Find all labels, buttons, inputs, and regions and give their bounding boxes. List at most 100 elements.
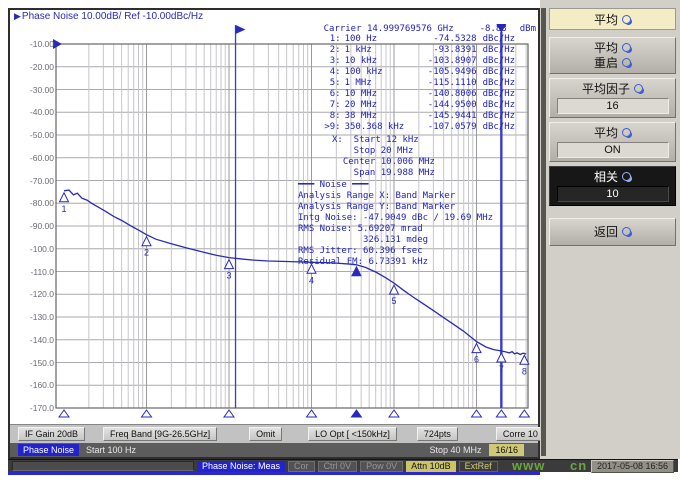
marker-freq: 20 MHz [344, 100, 378, 110]
trace-marker-triangle[interactable] [58, 191, 70, 203]
trace-header: ▶Phase Noise 10.00dB/ Ref -10.00dBc/Hz [14, 11, 203, 22]
trace-marker-triangle[interactable] [496, 351, 507, 363]
setting-button-corre-10[interactable]: Corre 10 [495, 427, 545, 441]
y-tick-label: -110.0 [30, 266, 54, 277]
axis-marker-triangle[interactable] [518, 409, 531, 418]
softkey-label: 平均 [593, 126, 618, 140]
softkey-label: 返回 [593, 225, 618, 239]
noise-analysis-line: Analysis Range Y: Band Marker [298, 202, 456, 212]
trace-arrow-icon: ▶ [14, 11, 21, 21]
y-tick-label: -130.0 [29, 312, 54, 322]
noise-analysis-line: Analysis Range X: Band Marker [298, 191, 456, 201]
y-tick-label: -60.00 [29, 152, 54, 163]
y-tick-label: -70.00 [29, 175, 54, 186]
carrier-power-unit: dBm [519, 23, 536, 34]
marker-id: 3: [329, 56, 341, 66]
marker-unit: dBc/Hz [482, 67, 516, 77]
status-segment-extref: ExtRef [458, 460, 498, 472]
average-count-badge: 16/16 [489, 444, 524, 456]
y-tick-label: -80.00 [29, 198, 54, 209]
softkey-value: ON [556, 142, 669, 158]
y-tick-label: -160.0 [29, 380, 54, 391]
y-tick-label: -20.00 [29, 61, 54, 72]
axis-marker-triangle[interactable] [495, 409, 508, 418]
band-range-line: Span 19.988 MHz [332, 168, 435, 178]
noise-analysis-line: RMS Noise: 5.69207 mrad [298, 224, 423, 234]
status-segment-2017-05-08-16-56: 2017-05-08 16:56 [590, 459, 674, 473]
softkey-average-restart[interactable]: 平均 重启 [549, 37, 676, 74]
measurement-settings-bar: IF Gain 20dB Freq Band [9G-26.5GHz] Omit LO… [10, 424, 545, 443]
knob-icon [622, 14, 631, 24]
marker-id: 7: [329, 100, 341, 110]
trace-marker-number: 8 [522, 366, 527, 376]
trace-marker-number: 4 [309, 275, 314, 285]
axis-marker-triangle[interactable] [223, 409, 235, 418]
marker-unit: dBc/Hz [482, 111, 516, 121]
axis-marker-triangle[interactable] [388, 409, 400, 418]
y-tick-label: -30.00 [29, 84, 54, 95]
y-tick-label: -90.00 [29, 221, 54, 231]
marker-id: 2: [329, 45, 341, 55]
carrier-label: Carrier [323, 23, 362, 34]
trace-marker-number: 2 [144, 248, 149, 258]
y-tick-label: -120.0 [29, 289, 54, 300]
marker-val: -107.0579 [427, 122, 477, 132]
axis-marker-triangle[interactable] [140, 409, 153, 418]
axis-marker-triangle[interactable] [350, 409, 363, 418]
trace-marker-triangle[interactable] [388, 283, 400, 295]
mode-tab-phase-noise[interactable]: Phase Noise [18, 444, 80, 456]
setting-button-if-gain-20db[interactable]: IF Gain 20dB [18, 427, 86, 441]
axis-marker-triangle[interactable] [470, 409, 483, 418]
softkey-label: 相关 [593, 170, 618, 184]
softkey-value: 10 [556, 186, 669, 202]
y-tick-label: -150.0 [29, 357, 54, 368]
setting-button-freq-band-9g-26-5ghz[interactable]: Freq Band [9G-26.5GHz] [103, 427, 218, 441]
softkey-average-on-off[interactable]: 平均 ON [549, 122, 676, 162]
carrier-power: -8.83 [479, 23, 507, 34]
softkey-return[interactable]: 返回 [549, 218, 676, 246]
setting-button-lo-opt-150khz[interactable]: LO Opt [ <150kHz] [308, 427, 397, 441]
trace-marker-triangle[interactable] [223, 258, 235, 270]
marker-id: 4: [329, 67, 341, 77]
marker-unit: dBc/Hz [482, 89, 516, 99]
setting-button-724pts[interactable]: 724pts [416, 427, 458, 441]
marker-readout-row: 7: 20 MHz -144.9500 dBc/Hz [324, 100, 536, 111]
message-area [12, 461, 194, 471]
marker-unit: dBc/Hz [482, 56, 516, 66]
knob-icon [622, 227, 631, 236]
setting-button-omit[interactable]: Omit [249, 427, 283, 441]
marker-val: -74.5328 [433, 34, 477, 44]
marker-id: 8: [329, 111, 341, 121]
trace-marker-triangle[interactable] [141, 235, 152, 247]
trace-marker-number: 5 [391, 296, 396, 306]
noise-analysis-line: Residual FM: 6.73391 kHz [298, 257, 429, 267]
ref-level-icon [53, 39, 62, 49]
screen-bottom-edge [8, 472, 540, 475]
axis-marker-triangle[interactable] [58, 409, 70, 418]
noise-analysis-line: Intg Noise: -47.9049 dBc / 19.69 MHz [298, 213, 494, 223]
softkey-average-factor[interactable]: 平均因子 16 [549, 78, 676, 118]
y-tick-label: -140.0 [29, 334, 54, 345]
marker-readout-row: 1: 100 Hz -74.5328 dBc/Hz [324, 34, 536, 45]
softkey-correlation[interactable]: 相关 10 [549, 166, 676, 206]
marker-val: -105.9496 [427, 67, 477, 77]
carrier-readout: Carrier 14.999769576 GHz -8.83 dBm [324, 23, 536, 34]
marker-freq: 10 kHz [344, 56, 378, 66]
marker-readout-row: 5: 1 MHz -115.1110 dBc/Hz [324, 78, 536, 89]
sidebar-rail [541, 8, 546, 456]
axis-marker-triangle[interactable] [305, 409, 318, 418]
trace-marker-triangle[interactable] [471, 342, 482, 354]
watermark-text-2: cn [570, 458, 588, 473]
marker-freq: 100 Hz [344, 34, 378, 44]
noise-analysis-block: ━━━ Noise ━━━ Analysis Range X: Band Mark… [298, 180, 493, 268]
noise-analysis-line: ━━━ Noise ━━━ [298, 180, 369, 190]
instrument-screen: 1 2 3 4 5 6 7 8 ▶Phase Noise 10.00dB/ Ref -10.0… [8, 8, 545, 459]
marker-freq: 10 MHz [344, 89, 378, 99]
marker-readout: Carrier 14.999769576 GHz -8.83 dBm 1: 100 H… [324, 23, 536, 133]
phase-noise-plot[interactable]: 1 2 3 4 5 6 7 8 ▶Phase Noise 10.00dB/ Ref -10.0… [10, 10, 538, 424]
trace-marker-number: 3 [226, 271, 231, 281]
marker-unit: dBc/Hz [482, 34, 516, 44]
softkey-label: 重启 [593, 56, 618, 70]
status-segment-phase-noise-meas[interactable]: Phase Noise: Meas [197, 460, 286, 472]
band-range-line: X: Start 12 kHz [332, 135, 419, 145]
